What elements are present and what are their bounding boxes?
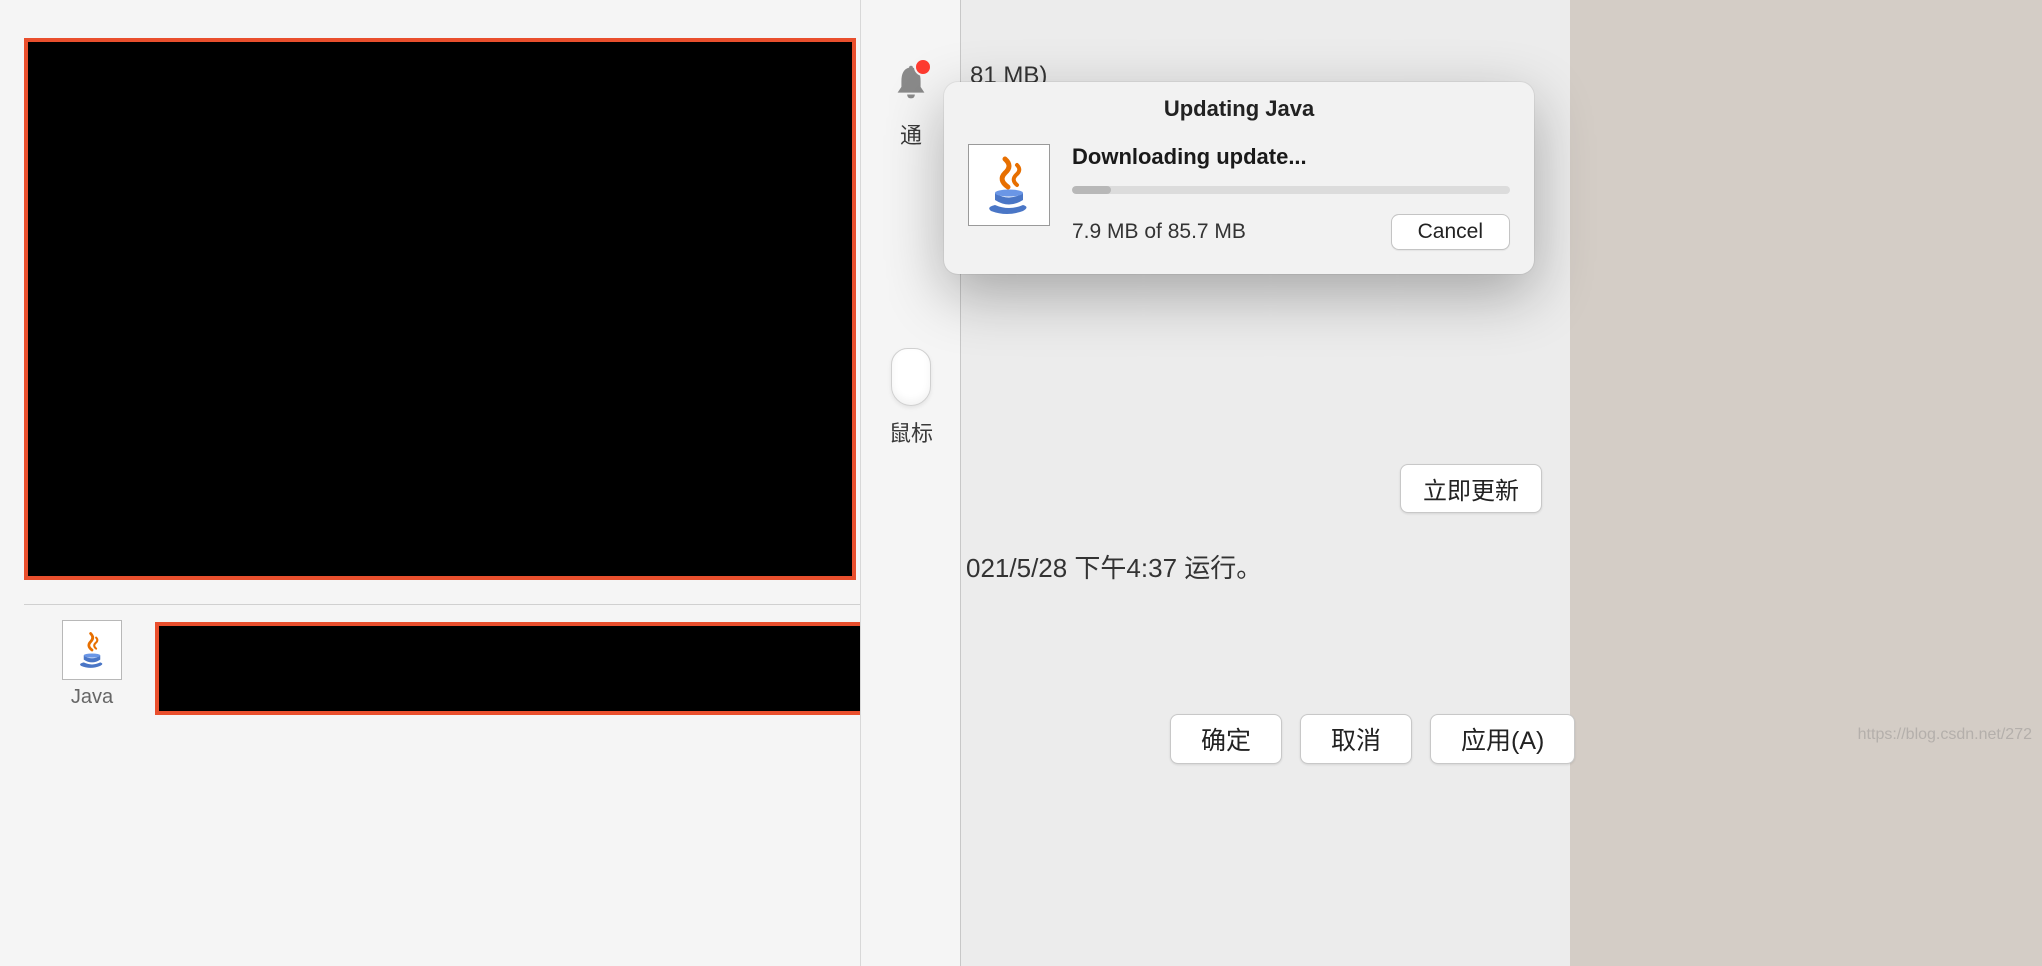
desktop-background [1570, 0, 2042, 966]
watermark-text: https://blog.csdn.net/272 [1858, 726, 2032, 744]
apply-button[interactable]: 应用(A) [1430, 714, 1575, 764]
mouse-icon [891, 348, 931, 406]
system-preferences-window: Java [0, 0, 960, 966]
preference-tile-java[interactable]: Java [50, 620, 134, 709]
bell-icon [886, 60, 936, 110]
redacted-region-small [155, 622, 867, 715]
progress-bar [1072, 186, 1510, 194]
last-run-text: 021/5/28 下午4:37 运行。 [966, 548, 1262, 585]
dialog-heading: Downloading update... [1072, 144, 1510, 170]
preference-tile-label: Java [50, 686, 134, 709]
sidebar-item-label: 鼠标 [861, 416, 961, 448]
sidebar-item-mouse[interactable]: 鼠标 [861, 348, 961, 448]
updating-java-dialog: Updating Java Downloading update... 7.9 … [944, 82, 1534, 274]
progress-fill [1072, 186, 1111, 194]
dialog-title: Updating Java [944, 82, 1534, 132]
divider [24, 604, 960, 605]
java-icon [968, 144, 1050, 226]
update-now-button[interactable]: 立即更新 [1400, 464, 1542, 513]
cancel-button[interactable]: 取消 [1300, 714, 1412, 764]
progress-text: 7.9 MB of 85.7 MB [1072, 220, 1246, 244]
dialog-button-row: 确定 取消 应用(A) [1170, 714, 1575, 764]
redacted-region-large [24, 38, 856, 580]
notification-badge-icon [914, 58, 932, 76]
java-icon [62, 620, 122, 680]
cancel-download-button[interactable]: Cancel [1391, 214, 1510, 250]
ok-button[interactable]: 确定 [1170, 714, 1282, 764]
